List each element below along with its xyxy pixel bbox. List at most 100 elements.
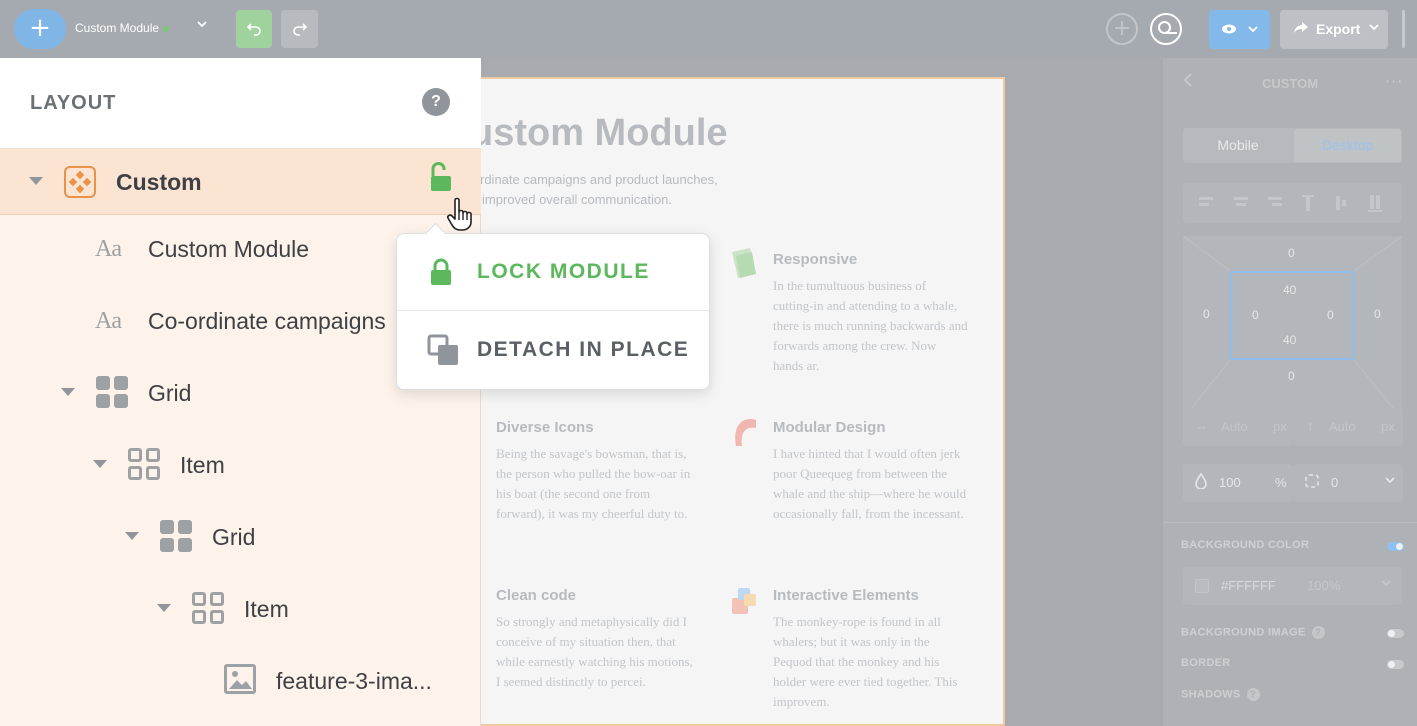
feature-card-responsive[interactable]: Responsive In the tumultuous business of… bbox=[773, 251, 993, 376]
height-value: Auto bbox=[1329, 419, 1356, 434]
feature-title: Responsive bbox=[773, 251, 858, 268]
chevron-down-icon[interactable] bbox=[197, 18, 207, 32]
preview-button[interactable] bbox=[1209, 10, 1270, 49]
detach-copy-icon bbox=[427, 334, 459, 370]
custom-module-icon bbox=[64, 166, 96, 198]
caret-down-icon[interactable] bbox=[61, 388, 75, 396]
layout-panel-title: LAYOUT bbox=[30, 92, 117, 114]
width-field[interactable]: ↔ Auto px bbox=[1183, 408, 1293, 446]
module-name-label: Custom Module bbox=[75, 21, 160, 35]
tree-item-label: Grid bbox=[212, 524, 256, 550]
background-color-field[interactable]: #FFFFFF 100% bbox=[1183, 567, 1402, 605]
responsive-feature-icon bbox=[730, 248, 758, 278]
feature-title: Clean code bbox=[496, 587, 577, 604]
tree-item-label: Custom Module bbox=[148, 236, 310, 262]
caret-down-icon[interactable] bbox=[125, 532, 139, 540]
module-name-selector[interactable]: Custom Module bbox=[75, 21, 170, 35]
page-subtitle-line-2: improved overall communication. bbox=[482, 192, 673, 207]
chevron-down-icon bbox=[1385, 473, 1395, 488]
tree-item-item[interactable]: Item bbox=[0, 432, 481, 498]
tree-item-label: Co-ordinate campaigns bbox=[148, 308, 386, 334]
lock-module-menu-item[interactable]: LOCK MODULE bbox=[397, 234, 709, 311]
opacity-value: 100 bbox=[1219, 475, 1241, 490]
caret-down-icon[interactable] bbox=[29, 177, 43, 185]
share-arrow-icon bbox=[1294, 10, 1308, 49]
help-icon[interactable]: ? bbox=[1311, 626, 1325, 639]
opacity-unit: % bbox=[1275, 475, 1287, 490]
redo-button[interactable] bbox=[281, 10, 318, 48]
export-button[interactable]: Export bbox=[1280, 10, 1388, 49]
margin-right-value[interactable]: 0 bbox=[1374, 307, 1381, 321]
border-radius-field[interactable]: 0 bbox=[1293, 464, 1403, 502]
undo-button[interactable] bbox=[236, 10, 272, 48]
background-image-label-text: BACKGROUND IMAGE bbox=[1181, 626, 1306, 639]
device-switcher: Mobile Desktop bbox=[1183, 128, 1402, 163]
background-color-label: BACKGROUND COLOR bbox=[1181, 539, 1310, 551]
drop-icon bbox=[1195, 472, 1207, 492]
horizontal-arrows-icon: ↔ bbox=[1195, 418, 1208, 433]
background-color-toggle[interactable] bbox=[1387, 542, 1404, 551]
tree-item-label: Grid bbox=[148, 380, 192, 406]
help-icon[interactable]: ? bbox=[1246, 688, 1260, 701]
padding-bottom-value[interactable]: 40 bbox=[1283, 333, 1296, 347]
feature-text: So strongly and metaphysically did I con… bbox=[496, 614, 693, 689]
feature-title: Modular Design bbox=[773, 419, 886, 436]
padding-right-value[interactable]: 0 bbox=[1327, 308, 1334, 322]
margin-left-value[interactable]: 0 bbox=[1203, 307, 1210, 321]
feature-card-interactive-elements[interactable]: Interactive Elements The monkey-rope is … bbox=[773, 587, 993, 712]
undo-icon bbox=[246, 23, 261, 36]
shadows-label-text: SHADOWS bbox=[1181, 688, 1241, 701]
redo-icon bbox=[292, 23, 307, 36]
color-swatch[interactable] bbox=[1195, 579, 1209, 593]
tree-item-label: Item bbox=[244, 596, 289, 622]
padding-left-value[interactable]: 0 bbox=[1252, 308, 1259, 322]
feature-title: Diverse Icons bbox=[496, 419, 594, 436]
more-options-icon[interactable]: ··· bbox=[1385, 72, 1403, 91]
opacity-field[interactable]: 100 % bbox=[1183, 464, 1293, 502]
scroll-handle[interactable] bbox=[1402, 10, 1405, 48]
border-toggle[interactable] bbox=[1387, 660, 1404, 669]
tab-mobile[interactable]: Mobile bbox=[1183, 128, 1293, 163]
tree-item-custom[interactable]: Custom bbox=[0, 149, 481, 215]
text-icon: Aa bbox=[95, 236, 122, 262]
margin-top-value[interactable]: 0 bbox=[1288, 246, 1295, 260]
tree-item-grid-nested[interactable]: Grid bbox=[0, 504, 481, 570]
help-button[interactable]: ? bbox=[422, 88, 450, 116]
background-image-toggle[interactable] bbox=[1387, 629, 1404, 638]
page-title[interactable]: ustom Module bbox=[470, 112, 728, 155]
feature-card-diverse-icons[interactable]: Diverse Icons Being the savage's bowsman… bbox=[496, 419, 716, 524]
border-radius-value: 0 bbox=[1331, 475, 1339, 490]
caret-down-icon[interactable] bbox=[93, 460, 107, 468]
padding-top-value[interactable]: 40 bbox=[1283, 283, 1296, 297]
tree-item-label: Custom bbox=[116, 169, 202, 195]
add-circle-button[interactable]: + bbox=[1106, 13, 1138, 45]
tab-desktop[interactable]: Desktop bbox=[1294, 129, 1401, 162]
tree-item-feature-image[interactable]: feature-3-ima... bbox=[0, 648, 481, 714]
shadows-label: SHADOWS? bbox=[1181, 688, 1260, 701]
status-dot bbox=[163, 25, 170, 32]
lock-icon bbox=[429, 258, 453, 290]
add-button[interactable]: + bbox=[14, 9, 66, 49]
lock-menu-popover: LOCK MODULE DETACH IN PLACE bbox=[396, 233, 710, 390]
margin-bottom-value[interactable]: 0 bbox=[1288, 369, 1295, 383]
border-label: BORDER bbox=[1181, 657, 1231, 669]
user-settings-icon[interactable] bbox=[1150, 13, 1182, 45]
spacing-box-model: 0 0 0 0 40 0 40 0 bbox=[1183, 236, 1402, 419]
feature-card-clean-code[interactable]: Clean code So strongly and metaphysicall… bbox=[496, 587, 716, 692]
background-color-value: #FFFFFF bbox=[1221, 578, 1276, 593]
layout-panel: LAYOUT ? Custom Aa Custom Module Aa Co-o… bbox=[0, 58, 481, 726]
text-icon: Aa bbox=[95, 308, 122, 334]
height-field[interactable]: ↕ Auto px bbox=[1293, 408, 1403, 446]
vertical-arrows-icon: ↕ bbox=[1307, 418, 1314, 433]
chevron-down-icon bbox=[1248, 26, 1258, 33]
eye-icon bbox=[1222, 24, 1237, 34]
grid-icon bbox=[96, 376, 128, 408]
detach-in-place-menu-item[interactable]: DETACH IN PLACE bbox=[397, 312, 709, 389]
feature-card-modular-design[interactable]: Modular Design I have hinted that I woul… bbox=[773, 419, 993, 524]
unlock-icon[interactable] bbox=[428, 161, 452, 197]
background-color-opacity: 100% bbox=[1307, 578, 1341, 593]
lock-module-label: LOCK MODULE bbox=[477, 260, 650, 283]
page-subtitle[interactable]: rdinate campaigns and product launches, … bbox=[480, 170, 760, 210]
caret-down-icon[interactable] bbox=[157, 604, 171, 612]
tree-item-item-nested[interactable]: Item bbox=[0, 576, 481, 642]
